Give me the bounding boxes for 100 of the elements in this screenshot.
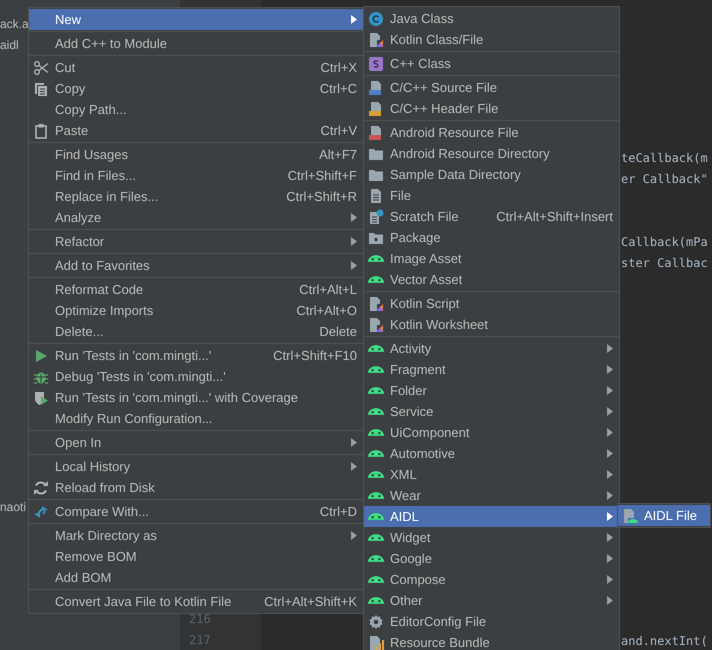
menu-item[interactable]: Add C++ to Module — [29, 33, 363, 54]
menu-item[interactable]: Delete... Delete — [29, 321, 363, 342]
menu-item[interactable]: Find Usages Alt+F7 — [29, 144, 363, 165]
code-line: and.nextInt( — [621, 634, 708, 648]
menu-item[interactable]: UiComponent — [364, 422, 619, 443]
shortcut-label: Ctrl+V — [320, 123, 357, 138]
menu-item[interactable]: Run 'Tests in 'com.mingti...' with Coverage — [29, 387, 363, 408]
menu-item[interactable]: Reload from Disk — [29, 477, 363, 498]
menu-item[interactable]: Remove BOM — [29, 546, 363, 567]
menu-item[interactable]: Find in Files... Ctrl+Shift+F — [29, 165, 363, 186]
menu-item[interactable]: AIDL File — [618, 505, 710, 526]
menu-item[interactable]: Activity — [364, 338, 619, 359]
menu-item[interactable]: EditorConfig File — [364, 611, 619, 632]
menu-item[interactable]: Kotlin Worksheet — [364, 314, 619, 335]
shortcut-label: Ctrl+X — [320, 60, 357, 75]
tree-item[interactable]: ack.a — [0, 16, 29, 30]
menu-item[interactable]: Fragment — [364, 359, 619, 380]
tree-item[interactable]: naoti — [0, 500, 26, 514]
menu-item[interactable]: Automotive — [364, 443, 619, 464]
menu-item[interactable]: C/C++ Header File — [364, 98, 619, 119]
menu-item[interactable]: File — [364, 185, 619, 206]
code-line: er Callback" — [621, 172, 708, 186]
shortcut-label: Ctrl+Alt+Shift+K — [263, 594, 357, 609]
menu-item[interactable]: Add BOM — [29, 567, 363, 588]
arrows-icon — [33, 504, 49, 520]
menu-item[interactable]: Folder — [364, 380, 619, 401]
menu-item[interactable]: Android Resource Directory — [364, 143, 619, 164]
menu-item[interactable]: Local History — [29, 456, 363, 477]
robot-icon — [368, 255, 384, 262]
class-icon — [368, 10, 384, 26]
menu-item[interactable]: Debug 'Tests in 'com.mingti...' — [29, 366, 363, 387]
tree-item[interactable]: aidl — [0, 38, 19, 52]
shortcut-label: Alt+F7 — [318, 147, 357, 162]
copy-icon — [33, 80, 49, 96]
menu-item[interactable]: Package — [364, 227, 619, 248]
menu-item[interactable]: Other — [364, 590, 619, 611]
submenu-arrow-icon — [607, 407, 613, 416]
menu-item[interactable]: AIDL — [364, 506, 619, 527]
menu-item[interactable]: Scratch File Ctrl+Alt+Shift+Insert — [364, 206, 619, 227]
file-robot-icon — [622, 508, 638, 524]
submenu-arrow-icon — [607, 596, 613, 605]
submenu-arrow-icon — [351, 15, 357, 24]
submenu-arrow-icon — [607, 491, 613, 500]
source-file-icon — [368, 80, 384, 96]
shortcut-label: Ctrl+Shift+F — [286, 168, 357, 183]
menu-item[interactable]: Kotlin Script — [364, 293, 619, 314]
menu-item[interactable]: Add to Favorites — [29, 255, 363, 276]
menu-item[interactable]: Google — [364, 548, 619, 569]
menu-item[interactable]: Compare With... Ctrl+D — [29, 501, 363, 522]
menu-item[interactable]: Service — [364, 401, 619, 422]
menu-item[interactable]: Modify Run Configuration... — [29, 408, 363, 429]
menu-item[interactable]: Copy Path... — [29, 99, 363, 120]
menu-item[interactable]: Optimize Imports Ctrl+Alt+O — [29, 300, 363, 321]
menu-item[interactable]: Resource Bundle — [364, 632, 619, 650]
menu-item[interactable]: Sample Data Directory — [364, 164, 619, 185]
submenu-arrow-icon — [351, 531, 357, 540]
file-icon — [368, 188, 384, 204]
submenu-arrow-icon — [351, 237, 357, 246]
menu-item[interactable]: Reformat Code Ctrl+Alt+L — [29, 279, 363, 300]
robot-icon — [368, 492, 384, 499]
menu-item[interactable]: Android Resource File — [364, 122, 619, 143]
code-line: Callback(mPa — [621, 234, 708, 248]
resource-file-icon — [368, 124, 384, 140]
refresh-icon — [33, 480, 49, 496]
shortcut-label: Ctrl+Alt+Shift+Insert — [495, 209, 613, 224]
menu-item[interactable]: XML — [364, 464, 619, 485]
menu-item[interactable]: New — [29, 9, 363, 30]
menu-item[interactable]: Mark Directory as — [29, 525, 363, 546]
shield-play-icon — [33, 390, 49, 406]
menu-item[interactable]: Widget — [364, 527, 619, 548]
submenu-arrow-icon — [351, 261, 357, 270]
submenu-arrow-icon — [607, 449, 613, 458]
code-line: ster Callbac — [621, 256, 708, 270]
clipboard-icon — [33, 122, 49, 138]
menu-item[interactable]: C++ Class — [364, 53, 619, 74]
menu-item[interactable]: Run 'Tests in 'com.mingti...' Ctrl+Shift+F10 — [29, 345, 363, 366]
menu-item[interactable]: Wear — [364, 485, 619, 506]
header-file-icon — [368, 100, 384, 116]
robot-icon — [368, 387, 384, 394]
menu-item[interactable]: Copy Ctrl+C — [29, 78, 363, 99]
robot-icon — [368, 597, 384, 604]
menu-item[interactable]: Paste Ctrl+V — [29, 120, 363, 141]
menu-item[interactable]: Open In — [29, 432, 363, 453]
menu-item[interactable]: Compose — [364, 569, 619, 590]
menu-item[interactable]: Image Asset — [364, 248, 619, 269]
menu-item[interactable]: Refactor — [29, 231, 363, 252]
robot-icon — [368, 513, 384, 520]
menu-item[interactable]: C/C++ Source File — [364, 77, 619, 98]
menu-item[interactable]: Replace in Files... Ctrl+Shift+R — [29, 186, 363, 207]
robot-icon — [368, 450, 384, 457]
menu-item[interactable]: Analyze — [29, 207, 363, 228]
play-icon — [33, 348, 49, 364]
submenu-arrow-icon — [351, 462, 357, 471]
menu-item[interactable]: Convert Java File to Kotlin File Ctrl+Alt+Shift+K — [29, 591, 363, 612]
menu-item[interactable]: Java Class — [364, 8, 619, 29]
robot-icon — [368, 471, 384, 478]
menu-item[interactable]: Cut Ctrl+X — [29, 57, 363, 78]
menu-item[interactable]: Kotlin Class/File — [364, 29, 619, 50]
menu-item[interactable]: Vector Asset — [364, 269, 619, 290]
submenu-arrow-icon — [607, 386, 613, 395]
